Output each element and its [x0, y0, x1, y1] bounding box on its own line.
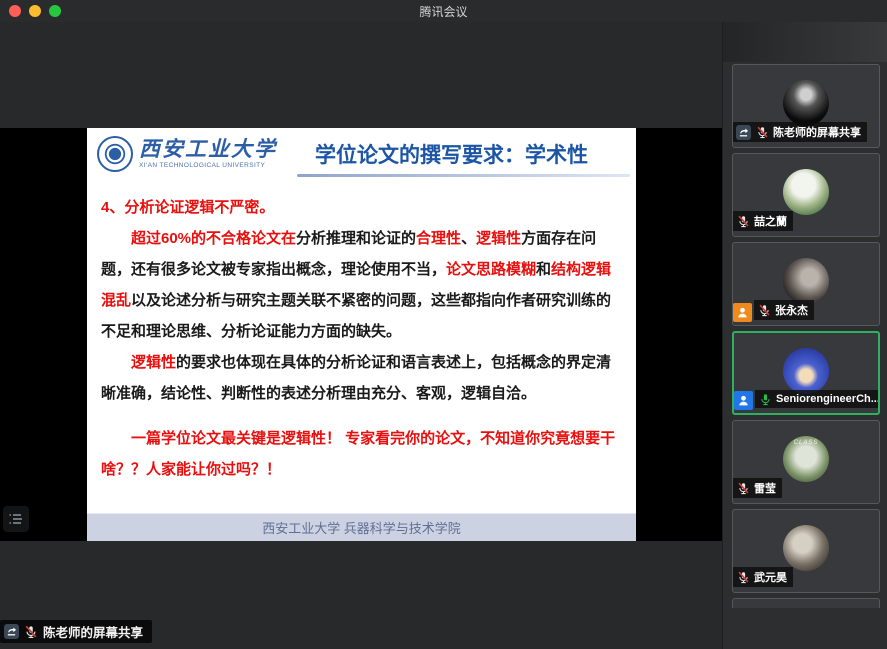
participant-avatar: [783, 80, 829, 126]
participant-list: 陈老师的屏幕共享: [732, 64, 880, 608]
presenter-status-chip: 陈老师的屏幕共享: [0, 620, 152, 643]
participant-name: 喆之蘭: [754, 213, 787, 229]
slide-paragraph-3: 一篇学位论文最关键是逻辑性！ 专家看完你的论文，不知道你究竟想要干啥？？人家能让…: [101, 423, 624, 485]
slide-header: 西安工业大学 XI'AN TECHNOLOGICAL UNIVERSITY 学位…: [87, 128, 636, 180]
university-logo: 西安工业大学 XI'AN TECHNOLOGICAL UNIVERSITY: [97, 136, 277, 172]
window-controls: [9, 5, 61, 17]
participant-avatar: [783, 258, 829, 304]
participant-name: 武元昊: [754, 569, 787, 585]
participant-tile[interactable]: 武元昊: [732, 509, 880, 593]
mic-on-icon: [758, 392, 772, 406]
slide-body: 4、分析论证逻辑不严密。 超过60%的不合格论文在分析推理和论证的合理性、逻辑性…: [87, 180, 636, 485]
participant-name: 陈老师的屏幕共享: [773, 124, 861, 140]
shared-screen-area: 西安工业大学 XI'AN TECHNOLOGICAL UNIVERSITY 学位…: [0, 22, 722, 649]
role-badge-icon: [733, 303, 752, 322]
participant-label: SeniorengineerCh...: [755, 390, 880, 408]
participant-tile-partial[interactable]: [732, 598, 880, 608]
minimize-window-button[interactable]: [29, 5, 41, 17]
participant-tile[interactable]: 张永杰: [732, 242, 880, 326]
slide-title: 学位论文的撰写要求：学术性: [277, 139, 626, 169]
participant-avatar: [783, 525, 829, 571]
participant-tile[interactable]: 陈老师的屏幕共享: [732, 64, 880, 148]
participant-label: 陈老师的屏幕共享: [733, 122, 867, 142]
mic-muted-icon: [755, 125, 769, 139]
participant-label: 雷莹: [733, 478, 782, 498]
participant-name: SeniorengineerCh...: [776, 393, 880, 405]
university-name-en: XI'AN TECHNOLOGICAL UNIVERSITY: [139, 163, 277, 170]
participant-avatar: [783, 348, 829, 394]
slide-footer: 西安工业大学 兵器科学与技术学院: [87, 513, 636, 541]
shared-screen-background: 西安工业大学 XI'AN TECHNOLOGICAL UNIVERSITY 学位…: [0, 128, 722, 541]
screen-share-badge-icon: [736, 125, 751, 140]
slide-heading: 4、分析论证逻辑不严密。: [101, 192, 624, 223]
screen-share-badge-icon: [4, 624, 19, 639]
participant-label: 武元昊: [733, 567, 793, 587]
window-title: 腾讯会议: [419, 3, 467, 20]
fullscreen-window-button[interactable]: [49, 5, 61, 17]
university-name-cn: 西安工业大学: [139, 139, 277, 160]
mic-muted-icon: [24, 625, 38, 639]
presenter-chip-label: 陈老师的屏幕共享: [43, 622, 143, 641]
close-window-button[interactable]: [9, 5, 21, 17]
participant-avatar: CLASS: [783, 436, 829, 482]
annotation-list-icon[interactable]: [3, 506, 29, 532]
participant-avatar: [783, 169, 829, 215]
participants-sidebar[interactable]: 陈老师的屏幕共享: [722, 22, 887, 649]
participant-name: 张永杰: [775, 302, 808, 318]
mic-muted-icon: [736, 214, 750, 228]
participant-tile[interactable]: SeniorengineerCh...: [732, 331, 880, 415]
participant-label: 张永杰: [754, 300, 814, 320]
avatar-caption: CLASS: [794, 440, 819, 446]
participant-tile[interactable]: CLASS: [732, 420, 880, 504]
slide-paragraph-1: 超过60%的不合格论文在分析推理和论证的合理性、逻辑性方面存在问题，还有很多论文…: [101, 223, 624, 347]
participant-tile[interactable]: 喆之蘭: [732, 153, 880, 237]
mic-muted-icon: [757, 303, 771, 317]
mic-muted-icon: [736, 570, 750, 584]
slide-paragraph-2: 逻辑性的要求也体现在具体的分析论证和语言表述上，包括概念的界定清晰准确，结论性、…: [101, 347, 624, 409]
participant-label: 喆之蘭: [733, 211, 793, 231]
role-badge-icon: [734, 391, 753, 410]
presentation-slide: 西安工业大学 XI'AN TECHNOLOGICAL UNIVERSITY 学位…: [87, 128, 636, 541]
university-emblem-icon: [97, 136, 133, 172]
titlebar: 腾讯会议: [0, 0, 887, 22]
participant-name: 雷莹: [754, 480, 776, 496]
title-underline: [297, 174, 630, 177]
mic-muted-icon: [736, 481, 750, 495]
